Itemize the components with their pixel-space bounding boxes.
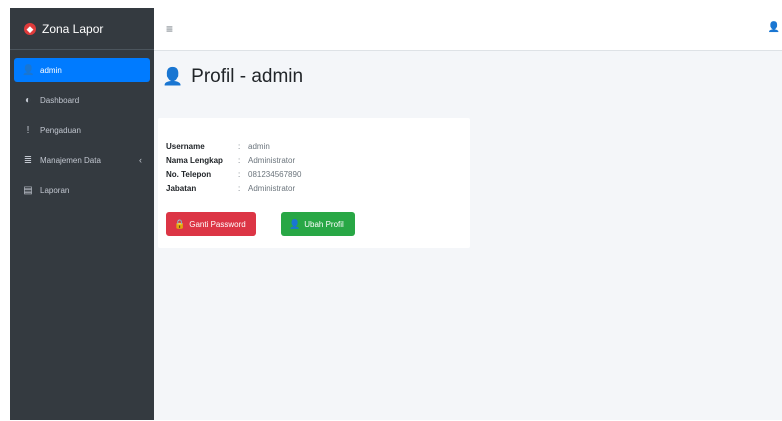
sidebar: ◆ Zona Lapor 👤 admin ◐ Dashboard ! Penga… xyxy=(10,8,154,420)
info-colon: : xyxy=(238,170,241,179)
user-edit-icon: 👤 xyxy=(289,218,301,229)
sidebar-item-laporan[interactable]: ▤ Laporan xyxy=(14,178,150,202)
app-frame: ◆ Zona Lapor 👤 admin ◐ Dashboard ! Penga… xyxy=(10,8,782,420)
database-icon: ≣ xyxy=(23,154,33,166)
info-key: Jabatan xyxy=(166,184,197,193)
page-title-text: Profil - admin xyxy=(191,66,304,87)
change-password-label: Ganti Password xyxy=(189,219,246,229)
info-key: Nama Lengkap xyxy=(166,156,223,165)
sidebar-nav: 👤 admin ◐ Dashboard ! Pengaduan ≣ Manaje… xyxy=(10,50,154,202)
info-row-no-telepon: No. Telepon : 081234567890 xyxy=(166,170,301,179)
sidebar-item-pengaduan[interactable]: ! Pengaduan xyxy=(14,118,150,142)
topbar: ≡ 👤 xyxy=(154,8,782,51)
lock-icon: 🔒 xyxy=(174,218,186,229)
sidebar-item-manajemen-data[interactable]: ≣ Manajemen Data ‹ xyxy=(14,148,150,172)
page-title: 👤 Profil - admin xyxy=(162,66,303,88)
info-value: 081234567890 xyxy=(248,170,302,179)
hamburger-icon[interactable]: ≡ xyxy=(166,22,173,36)
brand-logo-icon: ◆ xyxy=(24,22,36,35)
user-icon: 👤 xyxy=(22,64,35,76)
info-colon: : xyxy=(238,156,241,165)
sidebar-item-label: Laporan xyxy=(40,185,70,195)
info-value: admin xyxy=(248,142,270,151)
info-value: Administrator xyxy=(248,156,296,165)
brand[interactable]: ◆ Zona Lapor xyxy=(10,8,154,50)
info-colon: : xyxy=(238,142,241,151)
file-icon: ▤ xyxy=(23,184,33,196)
dashboard-icon: ◐ xyxy=(24,94,32,106)
sidebar-item-dashboard[interactable]: ◐ Dashboard xyxy=(14,88,150,112)
info-row-nama-lengkap: Nama Lengkap : Administrator xyxy=(166,156,295,165)
chevron-left-icon: ‹ xyxy=(139,155,142,165)
sidebar-item-admin[interactable]: 👤 admin xyxy=(14,58,150,82)
info-key: Username xyxy=(166,142,205,151)
info-value: Administrator xyxy=(248,184,296,193)
user-icon: 👤 xyxy=(162,67,184,86)
info-row-jabatan: Jabatan : Administrator xyxy=(166,184,295,193)
sidebar-item-label: Pengaduan xyxy=(40,125,81,135)
exclamation-icon: ! xyxy=(26,124,30,136)
sidebar-item-label: Dashboard xyxy=(40,95,80,105)
profile-card: Username : admin Nama Lengkap : Administ… xyxy=(158,118,470,248)
sidebar-item-label: admin xyxy=(40,65,62,75)
user-icon[interactable]: 👤 xyxy=(768,22,780,33)
sidebar-item-label: Manajemen Data xyxy=(40,155,101,165)
change-password-button[interactable]: 🔒 Ganti Password xyxy=(166,212,256,236)
edit-profile-button[interactable]: 👤 Ubah Profil xyxy=(281,212,355,236)
brand-name: Zona Lapor xyxy=(42,21,104,36)
info-key: No. Telepon xyxy=(166,170,212,179)
info-row-username: Username : admin xyxy=(166,142,270,151)
edit-profile-label: Ubah Profil xyxy=(304,219,344,229)
info-colon: : xyxy=(238,184,241,193)
